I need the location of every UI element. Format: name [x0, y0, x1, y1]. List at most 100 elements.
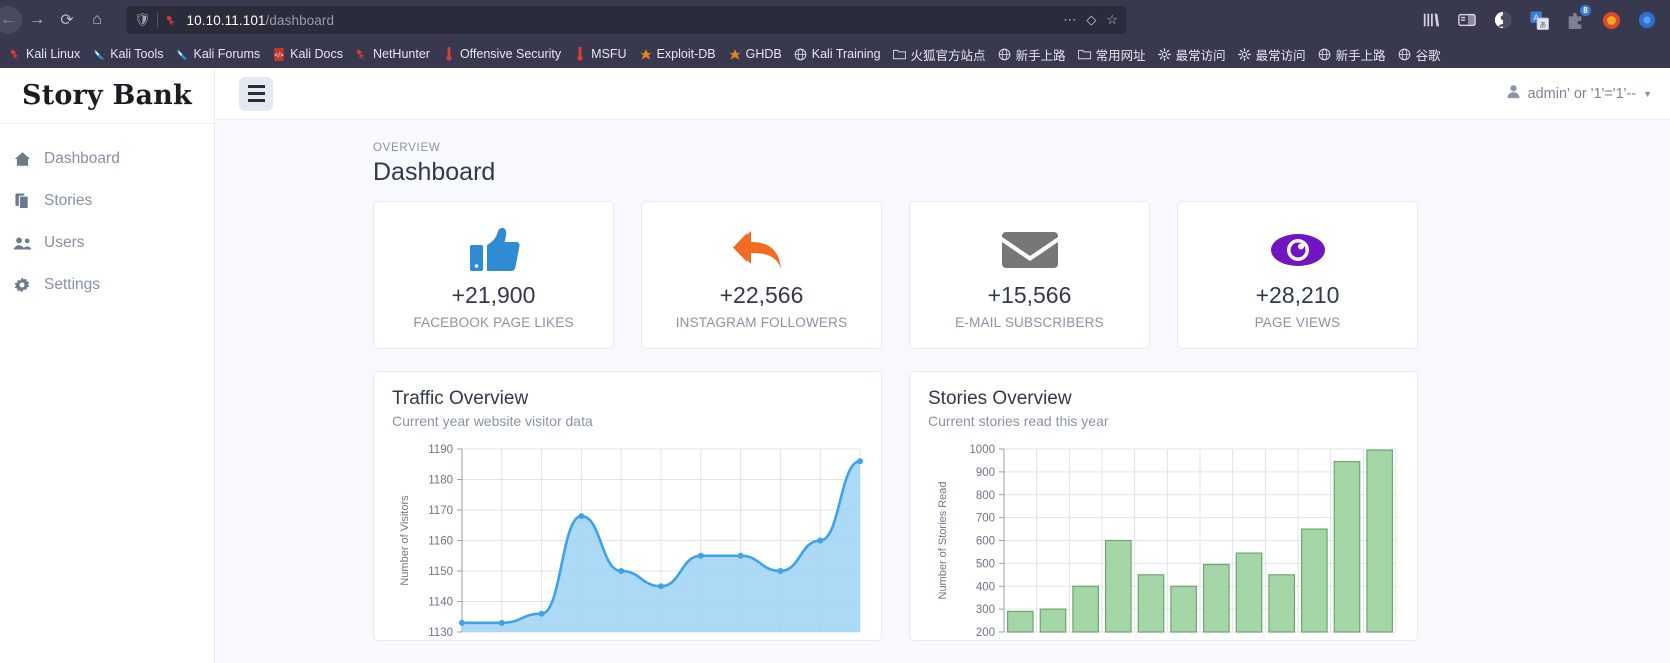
sidebar-item-label: Settings	[44, 276, 101, 293]
bookmark-item[interactable]: 常用网址	[1072, 45, 1152, 64]
menu-icon[interactable]	[1636, 9, 1658, 31]
bookmark-item[interactable]: 最常访问	[1152, 45, 1232, 64]
bookmark-item[interactable]: 新手上路	[1312, 45, 1392, 64]
sidebar-item-dashboard[interactable]: Dashboard	[0, 138, 214, 180]
page-kicker: OVERVIEW	[373, 142, 441, 154]
bookmark-item[interactable]: 谷歌	[1392, 45, 1447, 64]
y-tick-label: 200	[976, 627, 995, 637]
bookmark-label: 最常访问	[1255, 48, 1306, 63]
url-divider	[156, 12, 158, 28]
bookmark-label: Exploit-DB	[656, 47, 716, 61]
bookmark-label: Offensive Security	[459, 47, 562, 61]
bookmark-item[interactable]: 火狐官方站点	[887, 45, 992, 64]
y-tick-label: 1000	[969, 444, 995, 456]
browser-navigation-bar: ← → ⟳ ⌂ 🛡 10.10.11.101/dashboard ⋯ ◇ ☆ A…	[0, 0, 1670, 40]
chart-subtitle: Current stories read this year	[928, 413, 1109, 429]
library-icon[interactable]	[1420, 9, 1442, 31]
bookmark-label: GHDB	[745, 47, 782, 61]
y-tick-label: 1140	[428, 597, 453, 609]
stat-label: Facebook Page Likes	[413, 315, 574, 330]
y-tick-label: 1190	[428, 444, 453, 456]
thumbs-up-icon	[384, 224, 603, 276]
gear-icon	[12, 277, 32, 293]
y-tick-label: 400	[976, 581, 995, 593]
star-icon[interactable]: ☆	[1106, 12, 1118, 28]
msfu-icon	[573, 47, 587, 61]
account-icon[interactable]	[1492, 9, 1514, 31]
sidebar-toggle-button[interactable]	[239, 76, 273, 111]
url-bar-actions: ⋯ ◇ ☆	[1063, 6, 1118, 34]
bar	[1006, 610, 1034, 633]
bookmark-item[interactable]: Kali Linux	[2, 47, 86, 61]
gear-icon	[1158, 47, 1172, 61]
stat-value: +15,566	[987, 282, 1072, 308]
stat-value: +21,900	[451, 282, 536, 308]
reply-all-icon	[652, 224, 871, 276]
bar	[1170, 585, 1198, 633]
y-tick-label: 800	[976, 490, 995, 502]
data-point	[658, 583, 664, 590]
svg-text:あ: あ	[1539, 21, 1546, 29]
kali-dragon-icon	[165, 13, 179, 27]
data-point	[857, 458, 863, 465]
bar	[1104, 539, 1132, 633]
kali-forums-icon	[175, 47, 189, 61]
sidebar-nav: Dashboard Stories Users Settings	[0, 124, 214, 306]
profile-icon[interactable]	[1600, 9, 1622, 31]
page-title: Dashboard	[373, 158, 496, 186]
bookmark-label: 新手上路	[1335, 48, 1386, 63]
eye-icon	[1188, 224, 1407, 276]
sidebar-toggle-icon[interactable]	[1456, 9, 1478, 31]
shield-icon[interactable]: 🛡	[134, 12, 151, 28]
bookmark-item[interactable]: Kali Training	[788, 47, 887, 61]
sidebar-item-stories[interactable]: Stories	[0, 180, 214, 222]
bookmark-item[interactable]: NetHunter	[349, 47, 436, 61]
y-tick-label: 1150	[428, 566, 453, 578]
bookmark-item[interactable]: MSFU	[567, 47, 632, 61]
hamburger-line	[247, 85, 265, 88]
kali-docs-icon: </>	[272, 47, 286, 61]
y-tick-label: 300	[976, 604, 995, 616]
back-button[interactable]: ←	[0, 6, 22, 34]
app-brand[interactable]: Story Bank	[0, 68, 214, 124]
stat-value: +28,210	[1255, 282, 1340, 308]
ghdb-icon	[728, 47, 742, 61]
data-point	[578, 513, 585, 520]
url-bar-wrapper: 🛡 10.10.11.101/dashboard ⋯ ◇ ☆	[126, 6, 1412, 34]
stories-overview-card: Stories Overview Current stories read th…	[909, 371, 1418, 641]
home-button[interactable]: ⌂	[82, 5, 112, 35]
bookmark-label: Kali Training	[811, 47, 881, 61]
bar	[1333, 460, 1361, 633]
traffic-chart-plot: Number of Visitors 1130 1140 1150 1160 1170 11…	[392, 437, 863, 640]
bookmarks-bar: Kali Linux Kali Tools Kali Forums </> Kali D…	[0, 40, 1670, 68]
stat-label: E-Mail Subscribers	[955, 315, 1104, 330]
bookmark-item[interactable]: 最常访问	[1232, 45, 1312, 64]
data-point	[459, 619, 465, 626]
bookmark-item[interactable]: GHDB	[722, 47, 788, 61]
translate-icon[interactable]: A あ	[1528, 9, 1550, 31]
url-bar[interactable]: 🛡 10.10.11.101/dashboard ⋯ ◇ ☆	[126, 6, 1126, 34]
extensions-icon[interactable]: 8	[1564, 5, 1591, 31]
folder-icon	[893, 47, 907, 61]
bookmark-item[interactable]: Kali Tools	[86, 47, 169, 61]
bookmark-item[interactable]: 新手上路	[992, 45, 1072, 64]
y-axis-label: Number of Stories Read	[937, 482, 949, 600]
bookmark-item[interactable]: </> Kali Docs	[266, 47, 349, 61]
sidebar-item-label: Dashboard	[44, 150, 120, 167]
stat-label: Instagram Followers	[675, 315, 848, 330]
reload-button[interactable]: ⟳	[52, 5, 82, 35]
bookmark-label: Kali Forums	[193, 47, 261, 61]
main-scroll-region: OVERVIEW Dashboard +21,900 Facebook Page …	[215, 120, 1670, 663]
ellipsis-icon[interactable]: ⋯	[1063, 12, 1076, 28]
sidebar-item-settings[interactable]: Settings	[0, 264, 214, 306]
bookmark-item[interactable]: Exploit-DB	[633, 47, 722, 61]
user-menu[interactable]: admin' or '1'='1'-- ▼	[1506, 84, 1652, 103]
pocket-icon[interactable]: ◇	[1086, 12, 1096, 28]
forward-button[interactable]: →	[22, 5, 52, 35]
bar	[1072, 585, 1100, 633]
url-path: /dashboard	[265, 12, 335, 28]
sidebar-item-users[interactable]: Users	[0, 222, 214, 264]
hamburger-line	[247, 99, 265, 102]
bookmark-item[interactable]: Offensive Security	[436, 47, 567, 61]
bookmark-item[interactable]: Kali Forums	[169, 47, 266, 61]
